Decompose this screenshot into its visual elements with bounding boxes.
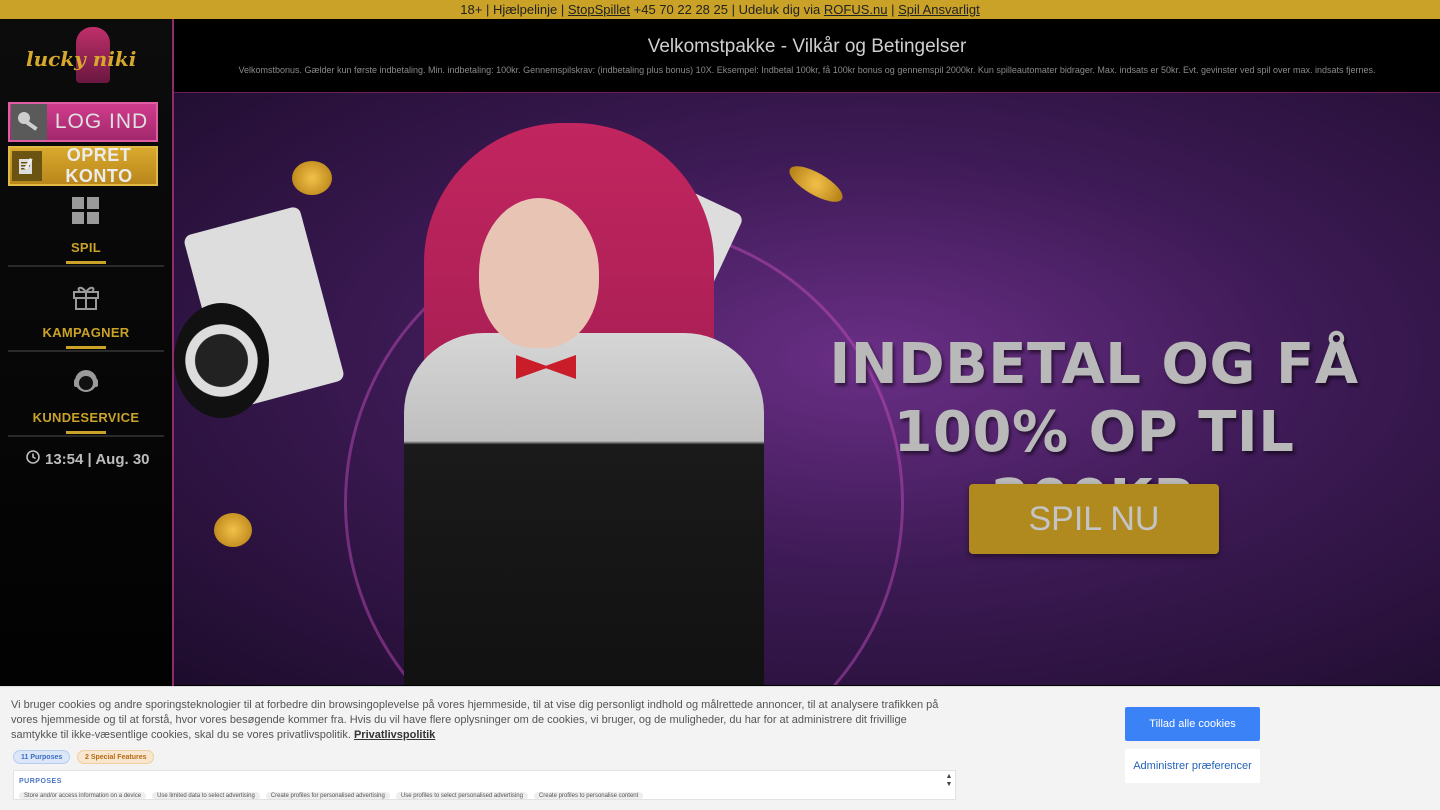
responsible-gambling-bar: 18+ | Hjælpelinje | StopSpillet +45 70 2… <box>0 0 1440 19</box>
signup-label: OPRET KONTO <box>65 145 133 186</box>
play-now-button[interactable]: SPIL NU <box>969 484 1219 554</box>
clock: 13:54 | Aug. 30 <box>26 450 150 468</box>
responsible-gambling-link[interactable]: Spil Ansvarligt <box>898 2 980 17</box>
special-features-badge[interactable]: 2 Special Features <box>77 750 155 764</box>
poker-chip-image <box>174 303 269 418</box>
helpline-label: Hjælpelinje <box>492 2 558 17</box>
manage-preferences-button[interactable]: Administrer præferencer <box>1125 749 1260 783</box>
separator: | <box>887 2 899 17</box>
mascot-body-image <box>404 333 764 685</box>
purpose-tag: Create profiles for personalised adverti… <box>265 792 390 799</box>
clock-text: 13:54 | Aug. 30 <box>45 450 150 468</box>
separator: | <box>482 2 493 17</box>
purpose-tags: Store and/or access information on a dev… <box>19 792 644 799</box>
site-logo[interactable]: lucky niki <box>22 25 152 93</box>
terms-text: Velkomstbonus. Gælder kun første indbeta… <box>238 65 1376 75</box>
active-indicator <box>66 431 106 434</box>
cookie-consent-banner: Vi bruger cookies og andre sporingstekno… <box>0 686 1440 810</box>
logo-text: lucky niki <box>26 47 137 71</box>
privacy-policy-link[interactable]: Privatlivspolitik <box>354 729 435 741</box>
terms-title: Velkomstpakke - Vilkår og Betingelser <box>647 36 967 57</box>
divider <box>8 435 164 437</box>
purposes-count-badge[interactable]: 11 Purposes <box>13 750 71 764</box>
sidebar-item-label: SPIL <box>70 240 102 255</box>
purposes-heading: PURPOSES <box>19 778 62 785</box>
stopspillet-link[interactable]: StopSpillet <box>568 2 630 17</box>
age-limit: 18+ <box>460 2 483 17</box>
signup-form-icon <box>12 151 42 181</box>
login-label: LOG IND <box>54 110 149 133</box>
gift-icon <box>71 281 101 311</box>
active-indicator <box>66 261 106 264</box>
separator: | <box>557 2 568 17</box>
sidebar-item-spil[interactable]: SPIL <box>8 196 164 267</box>
signup-button[interactable]: OPRET KONTO <box>8 145 158 186</box>
divider <box>8 350 164 352</box>
divider <box>8 265 164 267</box>
promo-banner[interactable]: INDBETAL OG FÅ 100% OP TIL 200KR SPIL NU <box>174 93 1440 685</box>
purpose-tag: Use limited data to select advertising <box>152 792 260 799</box>
sidebar-item-kampagner[interactable]: KAMPAGNER <box>8 281 164 352</box>
cookie-body: Vi bruger cookies og andre sporingstekno… <box>11 699 939 741</box>
cookie-text: Vi bruger cookies og andre sporingstekno… <box>11 698 941 743</box>
sidebar-item-label: KUNDESERVICE <box>32 410 140 425</box>
coin-image <box>214 513 252 547</box>
key-icon <box>11 104 47 140</box>
mascot-face-image <box>479 198 599 348</box>
exclude-text: Udeluk dig via <box>738 2 824 17</box>
separator: | <box>731 2 739 17</box>
purposes-list[interactable]: PURPOSES Store and/or access information… <box>13 770 956 800</box>
purpose-tag: Create profiles to personalise content <box>533 792 644 799</box>
headset-icon <box>71 366 101 396</box>
active-indicator <box>66 346 106 349</box>
scroll-arrows-icon[interactable]: ▲ ▼ <box>945 773 953 797</box>
terms-header: Velkomstpakke - Vilkår og Betingelser Ve… <box>174 19 1440 93</box>
grid-icon <box>71 196 101 226</box>
coin-image <box>292 161 332 195</box>
allow-all-cookies-button[interactable]: Tillad alle cookies <box>1125 707 1260 741</box>
headline-line: INDBETAL OG FÅ <box>829 332 1359 397</box>
rofus-link[interactable]: ROFUS.nu <box>824 2 888 17</box>
clock-icon <box>26 450 40 468</box>
purpose-tag: Store and/or access information on a dev… <box>19 792 147 799</box>
purpose-tag: Use profiles to select personalised adve… <box>395 792 528 799</box>
sidebar-item-kundeservice[interactable]: KUNDESERVICE <box>8 366 164 437</box>
helpline-phone: +45 70 22 28 25 <box>630 2 732 17</box>
coin-image <box>784 159 848 209</box>
sidebar-item-label: KAMPAGNER <box>42 325 130 340</box>
login-button[interactable]: LOG IND <box>8 102 158 142</box>
